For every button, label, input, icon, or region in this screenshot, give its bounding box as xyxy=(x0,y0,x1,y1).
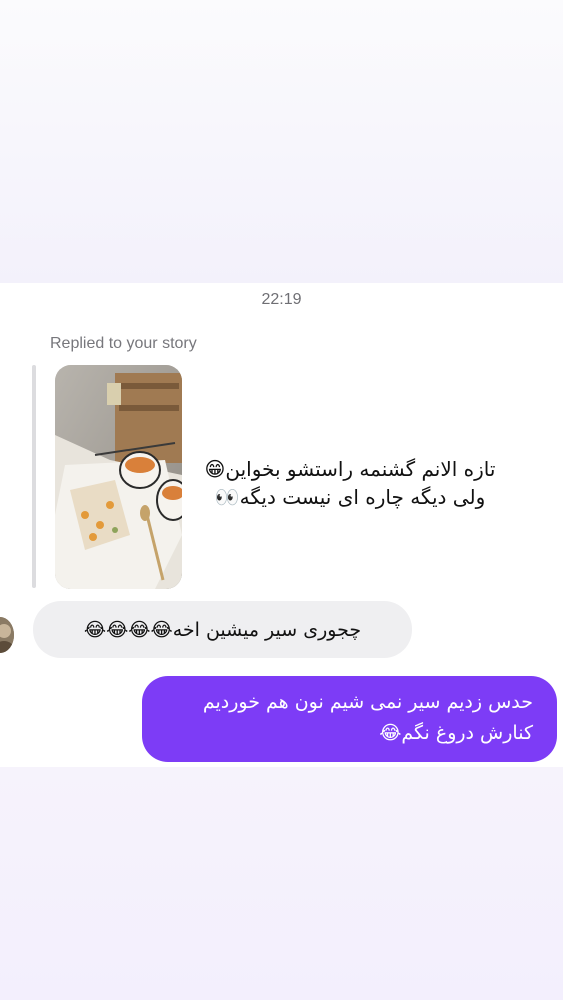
outgoing-message-bubble[interactable]: حدس زدیم سیر نمی شیم نون هم خوردیم کنارش… xyxy=(142,676,557,762)
outgoing-message-line-2: کنارش دروغ نگم😂 xyxy=(379,722,533,744)
replied-to-story-label: Replied to your story xyxy=(50,335,197,352)
story-photo-icon xyxy=(55,365,182,589)
message-timestamp: 22:19 xyxy=(261,291,302,308)
top-blank-area xyxy=(0,0,563,283)
avatar-icon xyxy=(0,617,14,653)
story-reply-line-1: تازه الانم گشنمه راستشو بخواین😁 xyxy=(204,457,496,481)
story-thumbnail[interactable] xyxy=(55,365,182,589)
sender-avatar[interactable] xyxy=(0,617,14,653)
story-reply-line-2: ولی دیگه چاره ای نیست دیگه👀 xyxy=(214,485,486,509)
story-reply-text: تازه الانم گشنمه راستشو بخواین😁 ولی دیگه… xyxy=(200,455,500,511)
outgoing-message-line-1: حدس زدیم سیر نمی شیم نون هم خوردیم xyxy=(202,691,533,713)
reply-quote-bar xyxy=(32,365,36,588)
message-thread[interactable]: 22:19 Replied to your story تازه الانم گ… xyxy=(0,283,563,767)
incoming-message-bubble[interactable]: چجوری سیر میشین اخه😂😂😂😂 xyxy=(33,601,412,658)
incoming-message-text: چجوری سیر میشین اخه😂😂😂😂 xyxy=(83,618,362,641)
bottom-blank-area xyxy=(0,767,563,1000)
